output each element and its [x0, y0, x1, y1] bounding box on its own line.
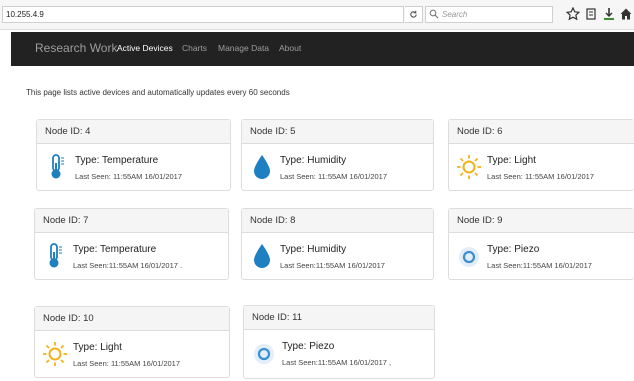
last-seen: Last Seen: 11:55AM 16/01/2017	[280, 172, 388, 181]
last-seen: Last Seen:11:55AM 16/01/2017 ,	[282, 358, 392, 367]
last-seen: Last Seen: 11:55AM 16/01/2017	[487, 172, 595, 181]
reload-icon	[410, 10, 417, 18]
address-bar[interactable]: 10.255.4.9	[2, 6, 404, 23]
node-label: Node ID:	[457, 126, 495, 137]
brand-title[interactable]: Research Work	[35, 41, 117, 55]
device-card[interactable]: Node ID: 6 Type: Light Last Seen: 11:55A…	[448, 119, 634, 191]
device-type: Type: Light	[487, 155, 536, 166]
device-card[interactable]: Node ID: 11 Type: Piezo Last Seen:11:55A…	[243, 305, 435, 379]
bookmark-star-icon[interactable]	[566, 7, 580, 21]
node-label: Node ID:	[250, 215, 288, 226]
sun-icon	[43, 342, 67, 366]
node-id: 4	[85, 126, 91, 137]
node-id: 9	[497, 215, 503, 226]
browser-toolbar: 10.255.4.9 Search	[0, 0, 634, 30]
device-type: Type: Temperature	[73, 244, 157, 255]
device-card[interactable]: Node ID: 8 Type: Humidity Last Seen:11:5…	[241, 208, 434, 280]
node-id: 5	[290, 126, 296, 137]
nav-manage-data[interactable]: Manage Data	[218, 43, 269, 53]
card-header: Node ID: 7	[35, 209, 228, 233]
reading-list-icon[interactable]	[584, 7, 598, 21]
thermometer-icon	[49, 243, 62, 268]
node-label: Node ID:	[457, 215, 495, 226]
last-seen: Last Seen:11:55AM 16/01/2017	[487, 261, 592, 270]
search-icon	[429, 9, 439, 19]
nav-active-devices[interactable]: Active Devices	[117, 43, 173, 53]
water-drop-icon	[254, 155, 270, 179]
device-type: Type: Temperature	[75, 155, 159, 166]
node-label: Node ID:	[252, 312, 290, 323]
node-id: 6	[497, 126, 503, 137]
piezo-icon	[459, 247, 479, 267]
device-type: Type: Light	[73, 342, 122, 353]
water-drop-icon	[254, 244, 270, 268]
thermometer-icon	[51, 154, 64, 179]
device-card[interactable]: Node ID: 9 Type: Piezo Last Seen:11:55AM…	[448, 208, 634, 280]
piezo-icon	[254, 344, 274, 364]
card-header: Node ID: 11	[244, 306, 434, 330]
device-type: Type: Piezo	[282, 341, 335, 352]
nav-about[interactable]: About	[279, 43, 301, 53]
node-label: Node ID:	[250, 126, 288, 137]
page-description: This page lists active devices and autom…	[26, 88, 290, 97]
node-label: Node ID:	[43, 215, 81, 226]
home-icon[interactable]	[619, 7, 633, 21]
device-type: Type: Humidity	[280, 155, 347, 166]
device-type: Type: Piezo	[487, 244, 540, 255]
last-seen: Last Seen: 11:55AM 16/01/2017	[73, 359, 181, 368]
device-card[interactable]: Node ID: 10 Type: Light Last Seen: 11:55…	[34, 306, 230, 378]
device-card[interactable]: Node ID: 7 Type: Temperature Last Seen:1…	[34, 208, 229, 280]
nav-charts[interactable]: Charts	[182, 43, 207, 53]
download-icon[interactable]	[602, 7, 616, 21]
node-id: 11	[292, 312, 303, 323]
last-seen: Last Seen: 11:55AM 16/01/2017	[75, 172, 183, 181]
card-header: Node ID: 5	[242, 120, 433, 144]
sun-icon	[457, 155, 481, 179]
card-header: Node ID: 8	[242, 209, 433, 233]
node-label: Node ID:	[45, 126, 83, 137]
node-id: 7	[83, 215, 89, 226]
device-card[interactable]: Node ID: 4 Type: Temperature Last Seen: …	[36, 119, 231, 191]
node-id: 8	[290, 215, 296, 226]
node-id: 10	[83, 313, 94, 324]
card-header: Node ID: 10	[35, 307, 229, 331]
device-card[interactable]: Node ID: 5 Type: Humidity Last Seen: 11:…	[241, 119, 434, 191]
card-header: Node ID: 4	[37, 120, 230, 144]
card-header: Node ID: 6	[449, 120, 634, 144]
device-type: Type: Humidity	[280, 244, 347, 255]
node-label: Node ID:	[43, 313, 81, 324]
search-input[interactable]: Search	[425, 6, 553, 23]
last-seen: Last Seen:11:55AM 16/01/2017 .	[73, 261, 183, 270]
card-header: Node ID: 9	[449, 209, 634, 233]
last-seen: Last Seen:11:55AM 16/01/2017	[280, 261, 385, 270]
top-navbar: Research Work Active Devices Charts Mana…	[11, 32, 634, 66]
reload-button[interactable]	[405, 6, 423, 23]
